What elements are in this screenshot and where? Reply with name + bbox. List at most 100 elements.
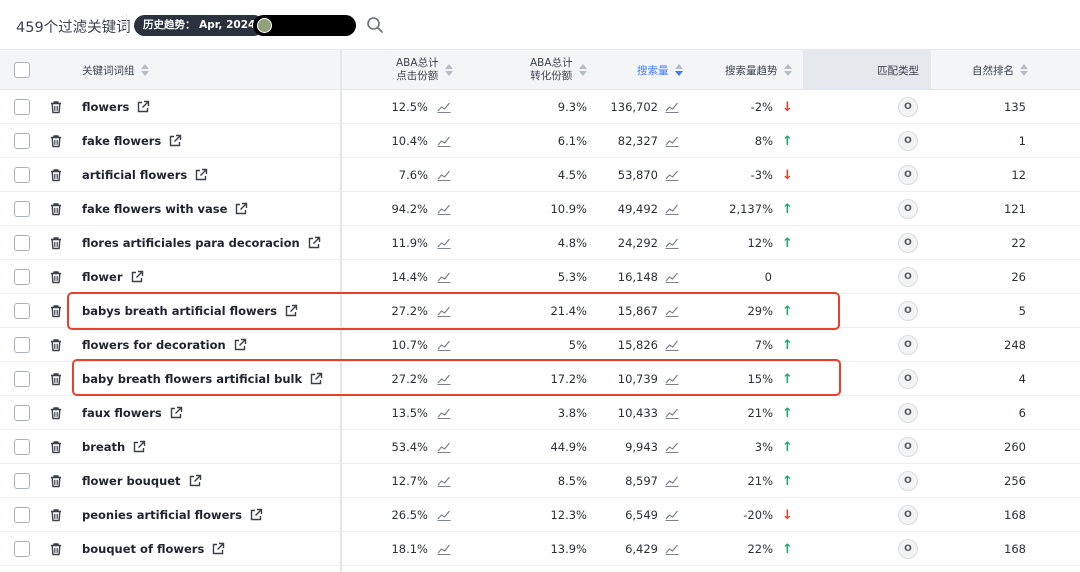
trend-chart-icon[interactable] xyxy=(665,475,679,487)
keyword-text[interactable]: flower bouquet xyxy=(82,474,181,488)
sort-icon[interactable] xyxy=(444,64,453,76)
row-checkbox[interactable] xyxy=(14,473,30,489)
trend-chart-icon[interactable] xyxy=(437,441,451,453)
keyword-text[interactable]: baby breath flowers artificial bulk xyxy=(82,372,302,386)
search-icon[interactable] xyxy=(366,16,384,34)
external-link-icon[interactable] xyxy=(284,304,298,318)
match-type-badge[interactable]: O xyxy=(898,437,918,457)
row-checkbox[interactable] xyxy=(14,371,30,387)
trend-chart-icon[interactable] xyxy=(437,271,451,283)
match-type-badge[interactable]: O xyxy=(898,335,918,355)
header-volume-trend[interactable]: 搜索量趋势 xyxy=(725,50,792,90)
match-type-badge[interactable]: O xyxy=(898,301,918,321)
external-link-icon[interactable] xyxy=(194,168,208,182)
external-link-icon[interactable] xyxy=(132,440,146,454)
table-row[interactable]: fake flowers with vase 94.2% 10.9% 49,492 2,… xyxy=(0,192,1080,226)
keyword-text[interactable]: breath xyxy=(82,440,125,454)
trend-chart-icon[interactable] xyxy=(437,169,451,181)
trend-chart-icon[interactable] xyxy=(437,475,451,487)
keyword-text[interactable]: flores artificiales para decoracion xyxy=(82,236,300,250)
trend-chart-icon[interactable] xyxy=(437,203,451,215)
trend-chart-icon[interactable] xyxy=(437,305,451,317)
trend-chart-icon[interactable] xyxy=(665,203,679,215)
external-link-icon[interactable] xyxy=(234,202,248,216)
trend-chart-icon[interactable] xyxy=(665,441,679,453)
trend-chart-icon[interactable] xyxy=(437,407,451,419)
trend-chart-icon[interactable] xyxy=(665,509,679,521)
keyword-text[interactable]: faux flowers xyxy=(82,406,162,420)
keyword-text[interactable]: bouquet of flowers xyxy=(82,542,204,556)
trash-icon[interactable] xyxy=(49,542,63,556)
row-checkbox[interactable] xyxy=(14,405,30,421)
trend-chart-icon[interactable] xyxy=(437,509,451,521)
match-type-badge[interactable]: O xyxy=(898,471,918,491)
table-row[interactable]: fake flowers 10.4% 6.1% 82,327 8% ↑ O 1 xyxy=(0,124,1080,158)
match-type-badge[interactable]: O xyxy=(898,539,918,559)
row-checkbox[interactable] xyxy=(14,99,30,115)
trend-chart-icon[interactable] xyxy=(665,305,679,317)
match-type-badge[interactable]: O xyxy=(898,267,918,287)
trash-icon[interactable] xyxy=(49,372,63,386)
table-row[interactable]: babys breath artificial flowers 27.2% 21.4… xyxy=(0,294,1080,328)
trash-icon[interactable] xyxy=(49,440,63,454)
match-type-badge[interactable]: O xyxy=(898,403,918,423)
header-aba-conv-share[interactable]: ABA总计 转化份额 xyxy=(530,50,587,90)
row-checkbox[interactable] xyxy=(14,167,30,183)
trash-icon[interactable] xyxy=(49,134,63,148)
trash-icon[interactable] xyxy=(49,202,63,216)
row-checkbox[interactable] xyxy=(14,303,30,319)
row-checkbox[interactable] xyxy=(14,507,30,523)
row-checkbox[interactable] xyxy=(14,133,30,149)
match-type-badge[interactable]: O xyxy=(898,131,918,151)
table-row[interactable]: flowers 12.5% 9.3% 136,702 -2% ↓ O 135 xyxy=(0,90,1080,124)
sort-icon[interactable] xyxy=(140,64,149,76)
sort-icon[interactable] xyxy=(783,64,792,76)
trash-icon[interactable] xyxy=(49,168,63,182)
trend-chart-icon[interactable] xyxy=(437,373,451,385)
match-type-badge[interactable]: O xyxy=(898,97,918,117)
sort-icon[interactable] xyxy=(578,64,587,76)
table-row[interactable]: faux flowers 13.5% 3.8% 10,433 21% ↑ O 6 xyxy=(0,396,1080,430)
row-checkbox[interactable] xyxy=(14,235,30,251)
trash-icon[interactable] xyxy=(49,304,63,318)
external-link-icon[interactable] xyxy=(168,134,182,148)
trash-icon[interactable] xyxy=(49,270,63,284)
row-checkbox[interactable] xyxy=(14,439,30,455)
trend-chart-icon[interactable] xyxy=(437,339,451,351)
external-link-icon[interactable] xyxy=(136,100,150,114)
row-checkbox[interactable] xyxy=(14,541,30,557)
external-link-icon[interactable] xyxy=(233,338,247,352)
header-search-volume[interactable]: 搜索量 xyxy=(637,50,683,90)
trend-chart-icon[interactable] xyxy=(437,543,451,555)
trash-icon[interactable] xyxy=(49,100,63,114)
sort-desc-icon[interactable] xyxy=(674,64,683,76)
external-link-icon[interactable] xyxy=(130,270,144,284)
trash-icon[interactable] xyxy=(49,338,63,352)
trash-icon[interactable] xyxy=(49,474,63,488)
trash-icon[interactable] xyxy=(49,508,63,522)
header-organic-rank[interactable]: 自然排名 xyxy=(972,50,1028,90)
table-row[interactable]: flowers for decoration 10.7% 5% 15,826 7% ↑ O 2… xyxy=(0,328,1080,362)
header-keyword[interactable]: 关键词词组 xyxy=(82,50,149,90)
table-row[interactable]: peonies artificial flowers 26.5% 12.3% 6,54… xyxy=(0,498,1080,532)
table-row[interactable]: bouquet of flowers 18.1% 13.9% 6,429 22% ↑ O 16… xyxy=(0,532,1080,566)
external-link-icon[interactable] xyxy=(211,542,225,556)
row-checkbox[interactable] xyxy=(14,201,30,217)
trend-chart-icon[interactable] xyxy=(665,101,679,113)
keyword-text[interactable]: flowers for decoration xyxy=(82,338,226,352)
sort-icon[interactable] xyxy=(1020,64,1028,76)
trend-chart-icon[interactable] xyxy=(665,169,679,181)
trend-chart-icon[interactable] xyxy=(665,373,679,385)
header-aba-click-share[interactable]: ABA总计 点击份额 xyxy=(396,50,453,90)
external-link-icon[interactable] xyxy=(169,406,183,420)
trend-chart-icon[interactable] xyxy=(665,271,679,283)
trend-chart-icon[interactable] xyxy=(665,407,679,419)
user-account-pill[interactable] xyxy=(253,15,356,36)
external-link-icon[interactable] xyxy=(249,508,263,522)
keyword-text[interactable]: flower xyxy=(82,270,123,284)
keyword-text[interactable]: fake flowers with vase xyxy=(82,202,227,216)
trend-chart-icon[interactable] xyxy=(437,237,451,249)
match-type-badge[interactable]: O xyxy=(898,369,918,389)
keyword-text[interactable]: artificial flowers xyxy=(82,168,187,182)
trend-chart-icon[interactable] xyxy=(437,101,451,113)
